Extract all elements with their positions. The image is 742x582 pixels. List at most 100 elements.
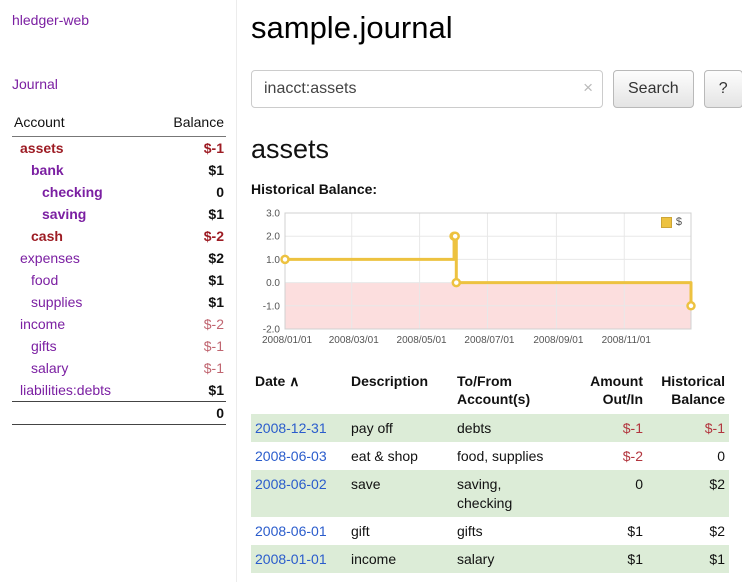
account-balance: $-1 — [150, 335, 226, 357]
account-link-food[interactable]: food — [31, 272, 58, 288]
balance-cell: $2 — [647, 470, 729, 516]
accounts-cell: gifts — [453, 517, 571, 545]
help-button[interactable]: ? — [704, 70, 742, 108]
register-table: Date ∧ Description To/From Account(s) Am… — [251, 371, 729, 573]
date-header-label: Date — [255, 373, 285, 389]
col-header-description: Description — [347, 371, 453, 414]
svg-text:2008/07/01: 2008/07/01 — [464, 335, 514, 346]
legend-label: $ — [676, 216, 682, 228]
chart-title: Historical Balance: — [251, 181, 742, 197]
description-cell: eat & shop — [347, 442, 453, 470]
search-bar: × Search ? — [251, 70, 742, 108]
account-balance: $1 — [150, 269, 226, 291]
date-link[interactable]: 2008-06-02 — [255, 476, 327, 492]
col-header-balance: Historical Balance — [647, 371, 729, 414]
amount-cell: 0 — [571, 470, 647, 516]
register-row: 2008-01-01 income salary $1 $1 — [251, 545, 729, 573]
account-row: expenses $2 — [12, 247, 226, 269]
accounts-total: 0 — [150, 402, 226, 425]
account-link-checking[interactable]: checking — [42, 184, 103, 200]
app-title-link[interactable]: hledger-web — [12, 12, 89, 28]
account-balance: $-2 — [150, 225, 226, 247]
amount-cell: $-2 — [571, 442, 647, 470]
account-link-salary[interactable]: salary — [31, 360, 68, 376]
balance-cell: $-1 — [647, 414, 729, 442]
account-link-assets[interactable]: assets — [20, 140, 64, 156]
sort-asc-icon: ∧ — [289, 373, 299, 389]
accounts-table: Account Balance assets $-1 bank $1 check… — [12, 110, 226, 425]
account-balance: $1 — [150, 159, 226, 181]
account-row: food $1 — [12, 269, 226, 291]
account-balance: 0 — [150, 181, 226, 203]
svg-text:2.0: 2.0 — [266, 232, 280, 243]
svg-text:-2.0: -2.0 — [263, 325, 281, 336]
account-row: cash $-2 — [12, 225, 226, 247]
account-row: saving $1 — [12, 203, 226, 225]
account-row: gifts $-1 — [12, 335, 226, 357]
account-balance: $-2 — [150, 313, 226, 335]
col-header-amount: Amount Out/In — [571, 371, 647, 414]
search-input[interactable] — [251, 70, 603, 108]
svg-text:2008/01/01: 2008/01/01 — [262, 335, 312, 346]
balance-cell: $2 — [647, 517, 729, 545]
date-link[interactable]: 2008-06-03 — [255, 448, 327, 464]
account-link-liabilities-debts[interactable]: liabilities:debts — [20, 382, 111, 398]
svg-text:2008/11/01: 2008/11/01 — [602, 335, 652, 346]
account-link-expenses[interactable]: expenses — [20, 250, 80, 266]
chart-canvas: -2.0-1.00.01.02.03.02008/01/012008/03/01… — [251, 205, 703, 355]
sidebar: hledger-web Journal Account Balance asse… — [0, 0, 237, 582]
account-link-supplies[interactable]: supplies — [31, 294, 82, 310]
page-title: sample.journal — [251, 10, 742, 46]
account-row: checking 0 — [12, 181, 226, 203]
amount-cell: $1 — [571, 517, 647, 545]
search-button[interactable]: Search — [613, 70, 694, 108]
date-link[interactable]: 2008-06-01 — [255, 523, 327, 539]
chart-legend: $ — [658, 215, 685, 229]
account-balance: $1 — [150, 291, 226, 313]
description-cell: save — [347, 470, 453, 516]
account-balance: $1 — [150, 203, 226, 225]
accounts-header-row: Account Balance — [12, 110, 226, 137]
historical-balance-chart: -2.0-1.00.01.02.03.02008/01/012008/03/01… — [251, 205, 703, 355]
accounts-total-row: 0 — [12, 402, 226, 425]
svg-text:-1.0: -1.0 — [263, 301, 281, 312]
account-row: bank $1 — [12, 159, 226, 181]
svg-text:0.0: 0.0 — [266, 278, 280, 289]
date-link[interactable]: 2008-12-31 — [255, 420, 327, 436]
journal-link[interactable]: Journal — [12, 76, 58, 92]
balance-cell: $1 — [647, 545, 729, 573]
account-link-cash[interactable]: cash — [31, 228, 63, 244]
register-row: 2008-12-31 pay off debts $-1 $-1 — [251, 414, 729, 442]
account-row: salary $-1 — [12, 357, 226, 379]
balance-cell: 0 — [647, 442, 729, 470]
clear-search-icon[interactable]: × — [583, 78, 593, 98]
amount-cell: $1 — [571, 545, 647, 573]
col-header-date[interactable]: Date ∧ — [251, 371, 347, 414]
main-content: sample.journal × Search ? assets Histori… — [237, 0, 742, 582]
account-link-gifts[interactable]: gifts — [31, 338, 57, 354]
accounts-header-account: Account — [12, 110, 150, 137]
account-heading: assets — [251, 134, 742, 165]
register-header-row: Date ∧ Description To/From Account(s) Am… — [251, 371, 729, 414]
account-balance: $2 — [150, 247, 226, 269]
account-link-saving[interactable]: saving — [42, 206, 86, 222]
legend-swatch-icon — [661, 217, 672, 228]
account-balance: $-1 — [150, 357, 226, 379]
register-row: 2008-06-03 eat & shop food, supplies $-2… — [251, 442, 729, 470]
account-balance: $-1 — [150, 137, 226, 160]
accounts-header-balance: Balance — [150, 110, 226, 137]
accounts-cell: debts — [453, 414, 571, 442]
date-link[interactable]: 2008-01-01 — [255, 551, 327, 567]
svg-text:1.0: 1.0 — [266, 255, 280, 266]
search-box: × — [251, 70, 603, 108]
register-row: 2008-06-01 gift gifts $1 $2 — [251, 517, 729, 545]
accounts-cell: food, supplies — [453, 442, 571, 470]
account-link-income[interactable]: income — [20, 316, 65, 332]
account-link-bank[interactable]: bank — [31, 162, 64, 178]
accounts-cell: salary — [453, 545, 571, 573]
app-window: hledger-web Journal Account Balance asse… — [0, 0, 742, 582]
svg-text:2008/03/01: 2008/03/01 — [329, 335, 379, 346]
account-row: income $-2 — [12, 313, 226, 335]
account-row: supplies $1 — [12, 291, 226, 313]
accounts-cell: saving, checking — [453, 470, 571, 516]
